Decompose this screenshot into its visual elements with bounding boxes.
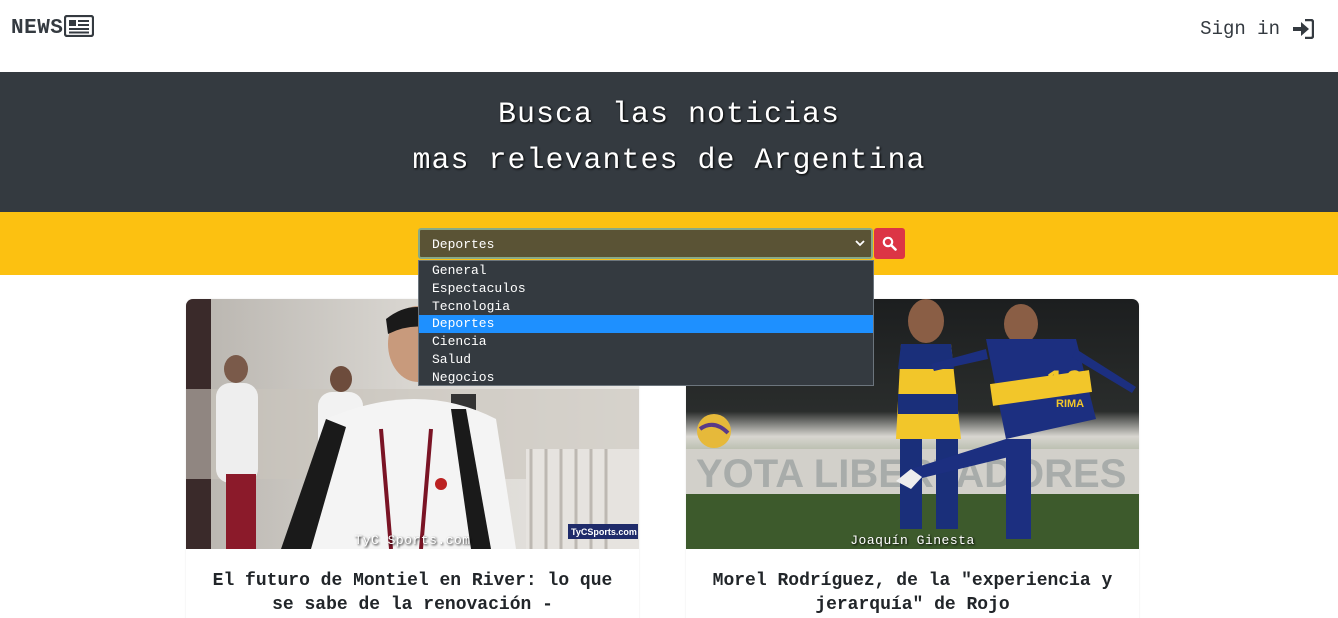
brand-text: NEWS bbox=[11, 17, 64, 40]
category-dropdown-list: General Espectaculos Tecnologia Deportes… bbox=[418, 260, 874, 386]
shirt-name: RIMA bbox=[1056, 398, 1084, 410]
search-icon bbox=[882, 236, 897, 251]
option-tecnologia[interactable]: Tecnologia bbox=[419, 298, 873, 316]
brand-logo[interactable]: NEWS bbox=[11, 14, 95, 40]
option-general[interactable]: General bbox=[419, 262, 873, 280]
sign-in-label: Sign in bbox=[1200, 18, 1280, 40]
option-salud[interactable]: Salud bbox=[419, 351, 873, 369]
option-deportes[interactable]: Deportes bbox=[419, 315, 873, 334]
search-button[interactable] bbox=[874, 228, 905, 259]
newspaper-icon bbox=[64, 14, 95, 37]
hero-title-line-1: Busca las noticias bbox=[497, 98, 841, 132]
hero-banner: Busca las noticias mas relevantes de Arg… bbox=[0, 72, 1338, 212]
sign-in-link[interactable]: Sign in bbox=[1200, 18, 1314, 40]
option-espectaculos[interactable]: Espectaculos bbox=[419, 280, 873, 298]
category-select[interactable]: Deportes bbox=[418, 228, 873, 259]
news-card-title[interactable]: El futuro de Montiel en River: lo que se… bbox=[186, 549, 639, 617]
image-credit: TyC Sports.com bbox=[354, 533, 471, 548]
navbar: NEWS Sign in bbox=[0, 0, 1338, 72]
option-negocios[interactable]: Negocios bbox=[419, 369, 873, 387]
shirt-number: 10 bbox=[1046, 364, 1084, 402]
sign-in-icon bbox=[1293, 19, 1314, 39]
category-select-value: Deportes bbox=[432, 237, 495, 252]
option-ciencia[interactable]: Ciencia bbox=[419, 333, 873, 351]
news-card-title[interactable]: Morel Rodríguez, de la "experiencia y je… bbox=[686, 549, 1139, 617]
chevron-down-icon bbox=[855, 240, 865, 247]
image-credit: Joaquín Ginesta bbox=[850, 533, 975, 548]
hero-title-line-2: mas relevantes de Argentina bbox=[412, 144, 926, 178]
